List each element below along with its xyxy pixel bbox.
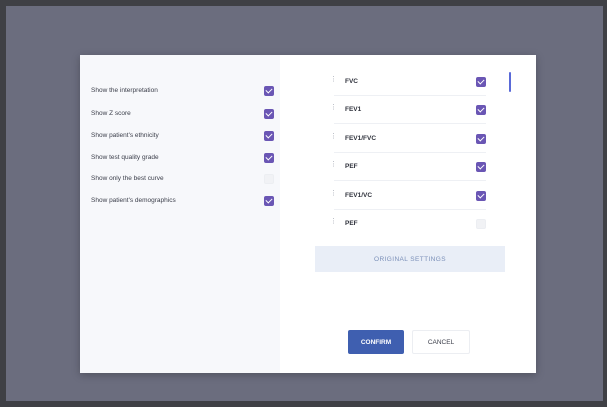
divider <box>334 180 486 181</box>
drag-handle-icon[interactable]: ⋮ <box>330 190 337 201</box>
parameter-checkbox[interactable] <box>476 77 486 87</box>
parameter-item-fev1-fvc[interactable]: ⋮ FEV1/FVC <box>316 127 496 153</box>
list-scrollbar[interactable] <box>509 72 511 92</box>
parameter-checkbox[interactable] <box>476 105 486 115</box>
option-row-z-score[interactable]: Show Z score <box>80 106 280 126</box>
option-checkbox[interactable] <box>264 86 274 96</box>
drag-handle-icon[interactable]: ⋮ <box>330 218 337 229</box>
option-row-interpretation[interactable]: Show the interpretation <box>80 83 280 103</box>
divider <box>334 95 486 96</box>
drag-handle-icon[interactable]: ⋮ <box>330 133 337 144</box>
divider <box>334 123 486 124</box>
option-label: Show patient's ethnicity <box>91 132 159 139</box>
parameter-item-fvc[interactable]: ⋮ FVC <box>316 70 496 96</box>
parameter-name: PEF <box>345 220 358 227</box>
option-label: Show only the best curve <box>91 175 164 182</box>
display-options-panel: Show the interpretation Show Z score Sho… <box>80 55 280 373</box>
option-checkbox[interactable] <box>264 131 274 141</box>
option-label: Show the interpretation <box>91 87 158 94</box>
parameter-checkbox[interactable] <box>476 134 486 144</box>
parameter-name: FEV1/VC <box>345 192 373 199</box>
option-checkbox[interactable] <box>264 153 274 163</box>
parameter-checkbox[interactable] <box>476 162 486 172</box>
parameter-list: ⋮ FVC ⋮ FEV1 ⋮ FEV1/FVC ⋮ PEF ⋮ FEV1/VC <box>316 70 496 240</box>
option-checkbox[interactable] <box>264 196 274 206</box>
option-row-demographics[interactable]: Show patient's demographics <box>80 193 280 213</box>
original-settings-button[interactable]: ORIGINAL SETTINGS <box>315 246 505 272</box>
divider <box>334 152 486 153</box>
parameter-name: FEV1/FVC <box>345 135 377 142</box>
parameter-name: FEV1 <box>345 106 362 113</box>
drag-handle-icon[interactable]: ⋮ <box>330 104 337 115</box>
option-label: Show Z score <box>91 110 131 117</box>
cancel-button[interactable]: CANCEL <box>412 330 470 354</box>
option-checkbox[interactable] <box>264 109 274 119</box>
parameter-name: PEF <box>345 163 358 170</box>
option-row-ethnicity[interactable]: Show patient's ethnicity <box>80 128 280 148</box>
drag-handle-icon[interactable]: ⋮ <box>330 161 337 172</box>
parameter-item-fev1-vc[interactable]: ⋮ FEV1/VC <box>316 184 496 210</box>
settings-dialog: Show the interpretation Show Z score Sho… <box>80 55 536 373</box>
parameter-item-fev1[interactable]: ⋮ FEV1 <box>316 98 496 124</box>
parameter-checkbox[interactable] <box>476 191 486 201</box>
option-row-best-curve[interactable]: Show only the best curve <box>80 171 280 191</box>
parameter-item-pef[interactable]: ⋮ PEF <box>316 155 496 181</box>
option-label: Show patient's demographics <box>91 197 176 204</box>
parameter-item-pef-2[interactable]: ⋮ PEF <box>316 212 496 238</box>
divider <box>334 209 486 210</box>
option-label: Show test quality grade <box>91 154 159 161</box>
option-row-quality-grade[interactable]: Show test quality grade <box>80 150 280 170</box>
confirm-button[interactable]: CONFIRM <box>348 330 404 354</box>
drag-handle-icon[interactable]: ⋮ <box>330 76 337 87</box>
parameter-name: FVC <box>345 78 358 85</box>
parameter-checkbox[interactable] <box>476 219 486 229</box>
option-checkbox[interactable] <box>264 174 274 184</box>
